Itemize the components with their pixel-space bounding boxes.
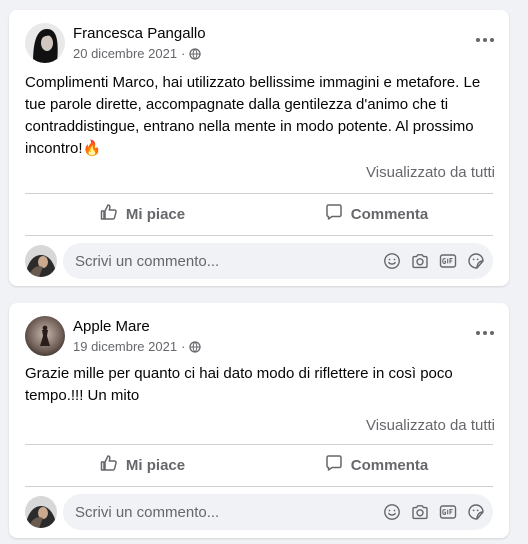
- comment-button[interactable]: Commenta: [259, 446, 493, 484]
- like-button[interactable]: Mi piace: [25, 195, 259, 233]
- gif-icon[interactable]: [439, 252, 457, 270]
- author-avatar[interactable]: [25, 23, 65, 63]
- comment-label: Commenta: [350, 205, 429, 223]
- post-text: Complimenti Marco, hai utilizzato bellis…: [25, 72, 493, 160]
- current-user-avatar[interactable]: [25, 496, 57, 528]
- comment-tools: [383, 503, 485, 521]
- meta-separator: ·: [181, 46, 186, 61]
- action-bar: Mi piace Commenta: [25, 195, 493, 233]
- meta-separator: ·: [181, 339, 186, 354]
- post-card: Apple Mare 19 dicembre 2021 · Grazie mil…: [9, 303, 509, 538]
- gif-icon[interactable]: [439, 503, 457, 521]
- camera-icon[interactable]: [411, 252, 429, 270]
- more-options-icon[interactable]: [471, 323, 499, 343]
- smiley-icon[interactable]: [383, 503, 401, 521]
- current-user-avatar[interactable]: [25, 245, 57, 277]
- comment-input[interactable]: Scrivi un commento...: [63, 243, 493, 279]
- comment-input[interactable]: Scrivi un commento...: [63, 494, 493, 530]
- post-text: Grazie mille per quanto ci hai dato modo…: [25, 363, 493, 407]
- more-options-icon[interactable]: [471, 30, 499, 50]
- sticker-icon[interactable]: [467, 252, 485, 270]
- comment-composer: Scrivi un commento...: [25, 494, 493, 530]
- camera-icon[interactable]: [411, 503, 429, 521]
- comment-placeholder[interactable]: Scrivi un commento...: [75, 504, 383, 521]
- author-name[interactable]: Francesca Pangallo: [73, 25, 206, 42]
- post-card: Francesca Pangallo 20 dicembre 2021 · Co…: [9, 10, 509, 286]
- globe-icon: [189, 47, 202, 60]
- divider: [25, 444, 493, 445]
- seen-by-label[interactable]: Visualizzato da tutti: [366, 164, 495, 181]
- globe-icon: [189, 340, 202, 353]
- post-date[interactable]: 20 dicembre 2021: [73, 46, 177, 61]
- smiley-icon[interactable]: [383, 252, 401, 270]
- like-label: Mi piace: [125, 456, 186, 474]
- post-date[interactable]: 19 dicembre 2021: [73, 339, 177, 354]
- post-body: Grazie mille per quanto ci hai dato modo…: [25, 365, 453, 404]
- divider: [25, 235, 493, 236]
- action-bar: Mi piace Commenta: [25, 446, 493, 484]
- like-button[interactable]: Mi piace: [25, 446, 259, 484]
- divider: [25, 486, 493, 487]
- speech-bubble-icon: [324, 202, 344, 226]
- thumbs-up-icon: [99, 453, 119, 477]
- thumbs-up-icon: [99, 202, 119, 226]
- speech-bubble-icon: [324, 453, 344, 477]
- sticker-icon[interactable]: [467, 503, 485, 521]
- post-meta: 19 dicembre 2021 ·: [73, 339, 202, 354]
- comment-placeholder[interactable]: Scrivi un commento...: [75, 253, 383, 270]
- post-body: Complimenti Marco, hai utilizzato bellis…: [25, 74, 481, 157]
- post-meta: 20 dicembre 2021 ·: [73, 46, 202, 61]
- author-avatar[interactable]: [25, 316, 65, 356]
- author-name[interactable]: Apple Mare: [73, 318, 150, 335]
- seen-by-label[interactable]: Visualizzato da tutti: [366, 417, 495, 434]
- comment-button[interactable]: Commenta: [259, 195, 493, 233]
- like-label: Mi piace: [125, 205, 186, 223]
- comment-label: Commenta: [350, 456, 429, 474]
- divider: [25, 193, 493, 194]
- comment-tools: [383, 252, 485, 270]
- comment-composer: Scrivi un commento...: [25, 243, 493, 279]
